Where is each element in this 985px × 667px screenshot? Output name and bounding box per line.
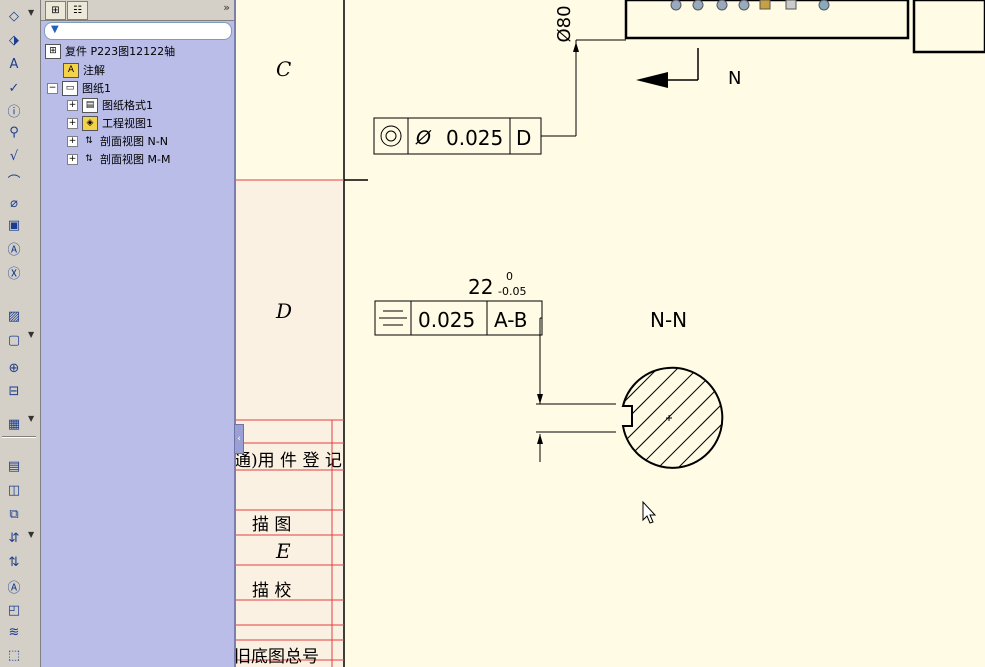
centerline-icon[interactable]: ⊟ xyxy=(4,381,24,401)
section-label-n: N xyxy=(728,68,741,89)
tree-item-label: 剖面视图 N-N xyxy=(100,135,168,148)
section-view-title: N-N xyxy=(650,308,687,332)
datum-reference: D xyxy=(516,126,531,150)
section-view-icon: ⇅ xyxy=(85,153,93,164)
block-icon[interactable]: ▢ xyxy=(4,330,24,350)
datum-feature-icon[interactable]: Ⓐ xyxy=(4,238,24,258)
tolerance-value: 0.025 xyxy=(418,308,475,332)
break-view-icon[interactable]: ≋ xyxy=(4,622,24,642)
drawing-view-icon: ◈ xyxy=(82,115,98,131)
title-block-checking: 描 校 xyxy=(252,581,291,601)
title-block-old-drawing-no: 旧底图总号 xyxy=(236,647,319,667)
tree-item-sheet-format[interactable]: + ▤ 图纸格式1 xyxy=(67,97,153,113)
section-view-icon[interactable]: ⇅ xyxy=(4,552,24,572)
feature-manager-panel: ⊞ ☷ » ▼ ⊞ 复件 P223图12122轴 A 注解 − ▭ 图纸1 + … xyxy=(41,0,236,667)
standard-3-view-icon[interactable]: ◰ xyxy=(4,600,24,620)
property-manager-tab[interactable]: ☷ xyxy=(67,1,88,20)
title-block-tracing: 描 图 xyxy=(252,515,291,535)
feature-manager-tab[interactable]: ⊞ xyxy=(45,1,66,20)
tree-item-section-nn[interactable]: + ⇅ 剖面视图 N-N xyxy=(67,133,168,149)
tree-root-label: 复件 P223图12122轴 xyxy=(65,45,176,58)
geometric-tolerance-icon[interactable]: ▣ xyxy=(4,215,24,235)
surface-finish-icon[interactable]: √ xyxy=(4,146,24,166)
tree-tab-bar: ⊞ ☷ » xyxy=(41,0,234,21)
auto-balloon-icon[interactable]: ⚲ xyxy=(4,122,24,142)
datum-target-icon[interactable]: Ⓧ xyxy=(4,262,24,282)
auxiliary-view-icon[interactable]: ⇵ xyxy=(4,528,24,548)
tree-item-section-mm[interactable]: + ⇅ 剖面视图 M-M xyxy=(67,151,170,167)
smart-dimension-icon[interactable]: ◇ xyxy=(4,6,24,26)
zone-label-e: E xyxy=(275,539,291,563)
annotations-icon: A xyxy=(63,62,79,78)
tree-filter-input[interactable]: ▼ xyxy=(44,22,232,40)
dropdown-arrow-icon[interactable]: ▼ xyxy=(28,414,34,423)
dimension-upper-tol: 0 xyxy=(506,270,513,283)
dimension-lower-tol: -0.05 xyxy=(498,285,526,298)
sheet-format-icon: ▤ xyxy=(82,97,98,113)
tree-item-label: 注解 xyxy=(83,64,105,77)
tolerance-value: 0.025 xyxy=(446,126,503,150)
expand-icon[interactable]: + xyxy=(67,99,78,111)
expand-icon[interactable]: + xyxy=(67,135,78,147)
drawing-sheet[interactable]: C D E 通)用 件 登 记 描 图 描 校 旧底图总号 Ø80 N Ø 0.… xyxy=(236,0,985,667)
dropdown-arrow-icon[interactable]: ▼ xyxy=(28,530,34,539)
model-items-icon[interactable]: ⬗ xyxy=(4,30,24,50)
toolbar-separator xyxy=(2,436,36,438)
detail-view-icon[interactable]: Ⓐ xyxy=(4,576,24,596)
hatch-fill-icon[interactable]: ▨ xyxy=(4,306,24,326)
expand-tabs-icon[interactable]: » xyxy=(223,1,230,14)
section-view-icon: ⇅ xyxy=(85,135,93,146)
balloon-icon[interactable]: ⓘ xyxy=(4,100,24,120)
drawing-canvas: C D E 通)用 件 登 记 描 图 描 校 旧底图总号 Ø80 N Ø 0.… xyxy=(236,0,985,667)
sheet-icon: ▭ xyxy=(62,80,78,96)
diameter-symbol: Ø xyxy=(415,127,432,149)
expand-icon[interactable]: + xyxy=(67,153,78,165)
title-block-registration: 通)用 件 登 记 xyxy=(236,451,342,471)
center-mark-icon[interactable]: ⊕ xyxy=(4,358,24,378)
dimension-value-dia80: Ø80 xyxy=(554,5,575,42)
tree-item-sheet[interactable]: − ▭ 图纸1 xyxy=(47,80,111,96)
model-view-icon[interactable]: ◫ xyxy=(4,480,24,500)
tree-item-label: 剖面视图 M-M xyxy=(100,153,171,166)
dropdown-arrow-icon[interactable]: ▼ xyxy=(28,330,34,339)
table-icon[interactable]: ▦ xyxy=(4,414,24,434)
weld-symbol-icon[interactable]: ⌒ xyxy=(4,170,24,190)
drawing-document-icon: ⊞ xyxy=(45,43,61,59)
tree-item-label: 图纸格式1 xyxy=(102,99,153,112)
expand-icon[interactable]: + xyxy=(67,117,78,129)
zone-label-c: C xyxy=(276,57,291,81)
tree-item-label: 工程视图1 xyxy=(102,117,153,130)
zone-label-d: D xyxy=(275,299,292,323)
collapse-icon[interactable]: − xyxy=(47,82,58,94)
hole-callout-icon[interactable]: ⌀ xyxy=(4,193,24,213)
dimension-nominal: 22 xyxy=(468,275,493,299)
annotation-toolbar: ◇ ⬗ A ✓ ⓘ ⚲ √ ⌒ ⌀ ▣ Ⓐ Ⓧ ▨ ▢ ⊕ ⊟ ▦ ▤ ◫ ⧉ ⇵ ⇅ Ⓐ ◰ ≋ ⬚ ▼ ▼ ▼ ▼ xyxy=(0,0,41,667)
tree-item-drawing-view[interactable]: + ◈ 工程视图1 xyxy=(67,115,153,131)
note-icon[interactable]: A xyxy=(4,54,24,74)
view-palette-icon[interactable]: ▤ xyxy=(4,456,24,476)
crop-view-icon[interactable]: ⬚ xyxy=(4,645,24,665)
tree-root-item[interactable]: ⊞ 复件 P223图12122轴 xyxy=(45,43,175,59)
spell-checker-icon[interactable]: ✓ xyxy=(4,78,24,98)
panel-collapse-handle[interactable]: ‹ xyxy=(234,424,244,454)
tree-item-annotations[interactable]: A 注解 xyxy=(63,62,105,78)
filter-icon: ▼ xyxy=(51,24,59,35)
datum-reference: A-B xyxy=(494,308,527,332)
tree-item-label: 图纸1 xyxy=(82,82,111,95)
projected-view-icon[interactable]: ⧉ xyxy=(4,504,24,524)
dropdown-arrow-icon[interactable]: ▼ xyxy=(28,8,34,17)
